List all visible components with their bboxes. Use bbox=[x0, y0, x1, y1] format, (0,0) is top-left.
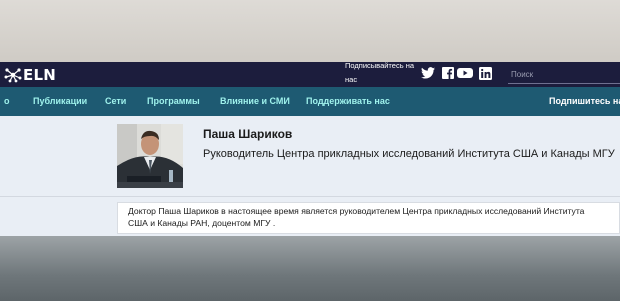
search-input[interactable] bbox=[507, 66, 620, 82]
logo-text: ELN bbox=[23, 65, 56, 84]
nav-item-publications[interactable]: Публикации bbox=[33, 87, 87, 116]
profile-bio-card: Доктор Паша Шариков в настоящее время яв… bbox=[117, 202, 620, 234]
search-underline bbox=[508, 83, 620, 84]
nav-item-networks[interactable]: Сети bbox=[105, 87, 126, 116]
profile-title: Руководитель Центра прикладных исследова… bbox=[203, 148, 615, 160]
profile-bio-text: Доктор Паша Шариков в настоящее время яв… bbox=[128, 206, 585, 228]
nav-item-impact-media[interactable]: Влияние и СМИ bbox=[220, 87, 290, 116]
twitter-icon[interactable] bbox=[420, 65, 436, 81]
profile-photo bbox=[117, 124, 183, 188]
nav-item-programs[interactable]: Программы bbox=[147, 87, 200, 116]
youtube-icon[interactable] bbox=[457, 65, 473, 81]
site-header: ELN Подписывайтесь на нас bbox=[0, 62, 620, 87]
section-divider bbox=[0, 196, 620, 197]
subscribe-prompt: Подписывайтесь на нас bbox=[345, 62, 415, 84]
facebook-icon[interactable] bbox=[440, 65, 456, 81]
linkedin-icon[interactable] bbox=[477, 65, 493, 81]
site-logo[interactable]: ELN bbox=[4, 65, 56, 84]
background-wall-bottom bbox=[0, 236, 620, 301]
subscribe-button[interactable]: Подпишитесь на bbox=[549, 87, 620, 116]
monitor-screen: ELN Подписывайтесь на нас о Публикации С… bbox=[0, 62, 620, 236]
profile-name: Паша Шариков bbox=[203, 127, 293, 141]
logo-network-icon bbox=[4, 67, 22, 82]
background-wall-top bbox=[0, 0, 620, 62]
nav-item-about[interactable]: о bbox=[4, 87, 10, 116]
main-nav: о Публикации Сети Программы Влияние и СМ… bbox=[0, 87, 620, 116]
nav-item-support[interactable]: Поддерживать нас bbox=[306, 87, 390, 116]
